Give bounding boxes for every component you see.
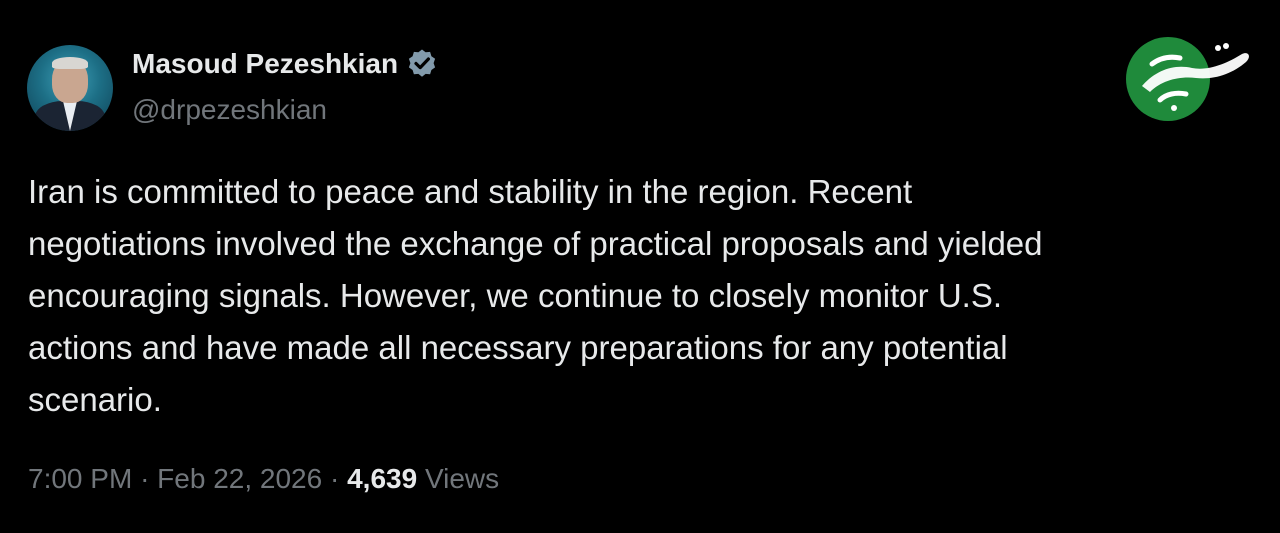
meta-separator: ·	[329, 463, 340, 494]
tweet-text-line: encouraging signals. However, we continu…	[28, 277, 1002, 314]
tweet-text-line: scenario.	[28, 381, 162, 418]
tweet-text-line: actions and have made all necessary prep…	[28, 329, 1008, 366]
tweet-text-line: Iran is committed to peace and stability…	[28, 173, 913, 210]
views-label: Views	[424, 463, 500, 494]
tweet-text: Iran is committed to peace and stability…	[28, 166, 1228, 426]
author-handle[interactable]: @drpezeshkian	[132, 94, 327, 126]
news-channel-logo-icon	[1122, 34, 1258, 124]
author-name-row: Masoud Pezeshkian	[132, 48, 438, 80]
tweet-time[interactable]: 7:00 PM	[28, 463, 132, 494]
tweet-date[interactable]: Feb 22, 2026	[157, 463, 322, 494]
avatar-hair	[52, 57, 88, 69]
author-display-name[interactable]: Masoud Pezeshkian	[132, 48, 398, 80]
tweet-text-line: negotiations involved the exchange of pr…	[28, 225, 1043, 262]
verified-badge-icon[interactable]	[406, 48, 438, 80]
tweet-meta: 7:00 PM · Feb 22, 2026 · 4,639 Views	[28, 463, 499, 495]
avatar[interactable]	[27, 45, 113, 131]
views-count: 4,639	[347, 463, 418, 494]
meta-separator: ·	[140, 463, 150, 494]
